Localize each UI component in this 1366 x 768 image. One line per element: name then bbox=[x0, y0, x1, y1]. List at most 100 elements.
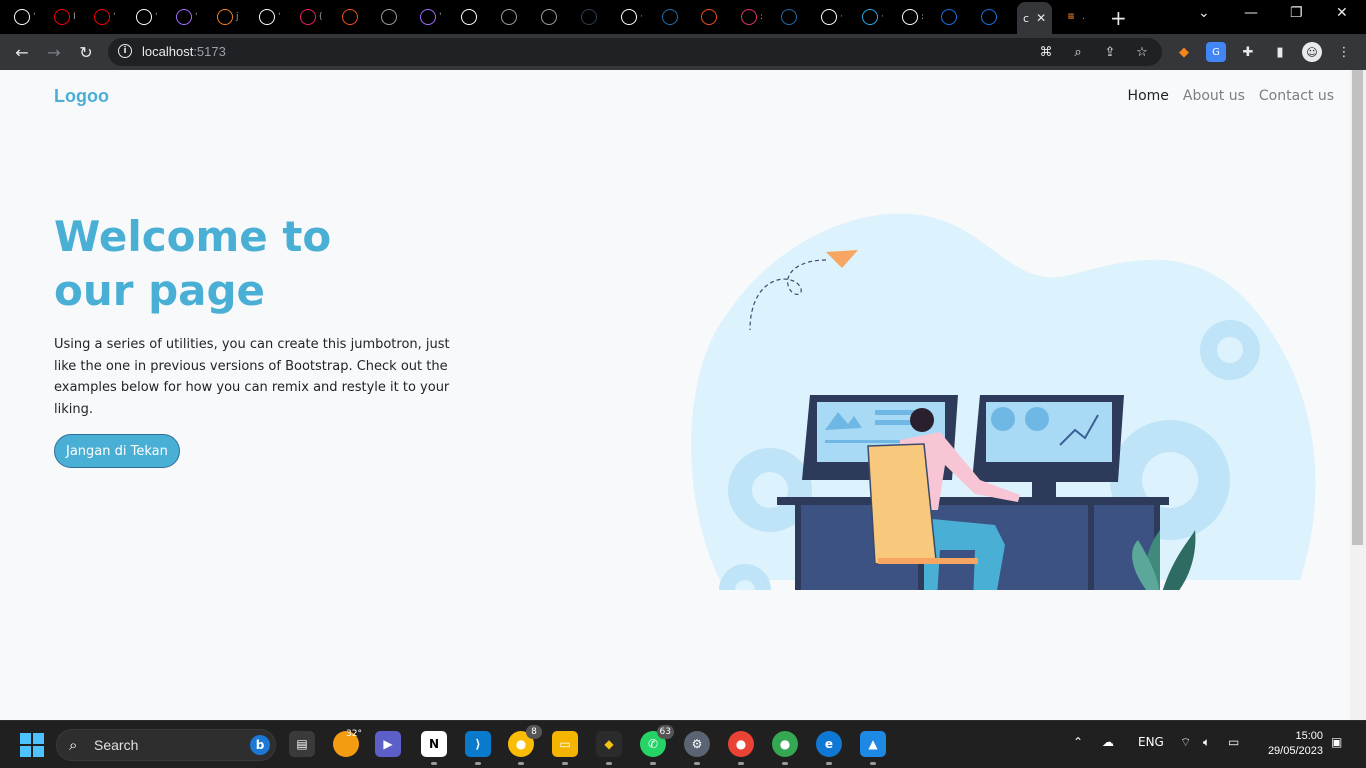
extensions-puzzle-icon[interactable]: ✚ bbox=[1238, 42, 1258, 62]
hero-title: Welcome to our page bbox=[54, 212, 332, 315]
task-view-icon[interactable]: ▤ bbox=[289, 731, 315, 757]
mask-icon bbox=[662, 9, 678, 25]
clock[interactable]: 15:00 29/05/2023 bbox=[1268, 729, 1323, 759]
youtube-icon bbox=[94, 9, 110, 25]
browser-tab[interactable]: · bbox=[821, 4, 843, 30]
browser-tab[interactable]: ( bbox=[300, 4, 323, 30]
onedrive-icon[interactable]: ☁ bbox=[1102, 735, 1114, 749]
photos-icon[interactable]: ▲ bbox=[860, 731, 886, 765]
profile-avatar[interactable]: ☺ bbox=[1302, 42, 1322, 62]
browser-tab[interactable]: ' bbox=[94, 4, 115, 30]
web-page: Logoo Home About us Contact us Welcome t… bbox=[0, 70, 1350, 720]
notion-icon[interactable]: N bbox=[421, 731, 447, 765]
browser-tab[interactable] bbox=[581, 4, 600, 30]
browser-tab[interactable] bbox=[461, 4, 480, 30]
cb-icon bbox=[461, 9, 477, 25]
metamask-icon[interactable]: ◆ bbox=[1174, 42, 1194, 62]
browser-tab[interactable] bbox=[501, 4, 520, 30]
language-indicator[interactable]: ENG bbox=[1138, 735, 1164, 749]
windows-start-icon[interactable] bbox=[20, 733, 44, 757]
browser-tab[interactable]: · bbox=[862, 4, 884, 30]
whatsapp-icon[interactable]: ✆ 63 bbox=[640, 725, 674, 765]
jangan-di-tekan-button[interactable]: Jangan di Tekan bbox=[54, 434, 180, 468]
browser-tab[interactable]: ' bbox=[420, 4, 441, 30]
browser-tab[interactable]: ' bbox=[136, 4, 157, 30]
browser-tab[interactable]: I bbox=[54, 4, 76, 30]
volume-icon[interactable]: 🔈︎ bbox=[1203, 735, 1210, 750]
globe-icon bbox=[501, 9, 517, 25]
logo[interactable]: Logoo bbox=[54, 86, 109, 107]
close-tab-icon[interactable]: ✕ bbox=[1036, 11, 1046, 25]
url-text[interactable]: localhost:5173 bbox=[142, 44, 226, 59]
browser-tab[interactable] bbox=[981, 4, 1000, 30]
google-icon bbox=[821, 9, 837, 25]
notification-icon bbox=[300, 9, 316, 25]
browser-tab[interactable]: j bbox=[217, 4, 239, 30]
nav-contact-link[interactable]: Contact us bbox=[1259, 88, 1334, 104]
wifi-icon[interactable]: ⌔ bbox=[1180, 735, 1191, 750]
dicoding-icon bbox=[581, 9, 597, 25]
browser-tab[interactable]: : bbox=[741, 4, 763, 30]
browser-tab[interactable] bbox=[701, 4, 720, 30]
github-icon bbox=[14, 9, 30, 25]
browser-tab[interactable] bbox=[941, 4, 960, 30]
notification-icon[interactable]: ▣ bbox=[1331, 735, 1342, 749]
search-icon: ⌕ bbox=[69, 736, 78, 754]
browser-tab[interactable]: · bbox=[621, 4, 643, 30]
restore-button[interactable]: ❐ bbox=[1290, 5, 1303, 21]
desk-top bbox=[777, 497, 1169, 505]
chevron-up-icon[interactable]: ⌃ bbox=[1073, 735, 1083, 749]
bookmark-star-icon[interactable]: ☆ bbox=[1134, 44, 1150, 60]
page-scrollbar[interactable] bbox=[1350, 70, 1366, 720]
stackoverflow-icon: ≡ bbox=[1063, 9, 1079, 25]
forward-button[interactable]: → bbox=[42, 40, 66, 64]
browser-tab[interactable]: ' bbox=[176, 4, 197, 30]
browser-tab[interactable] bbox=[662, 4, 681, 30]
chrome-profile-icon[interactable]: ● bbox=[728, 731, 754, 765]
site-info-icon[interactable]: i bbox=[118, 44, 132, 58]
side-panel-icon[interactable]: ▮ bbox=[1270, 42, 1290, 62]
link-icon bbox=[981, 9, 997, 25]
vite-icon bbox=[176, 9, 192, 25]
edge-icon[interactable]: e bbox=[816, 731, 842, 765]
nav-home-link[interactable]: Home bbox=[1128, 88, 1169, 104]
browser-tab[interactable]: ' bbox=[259, 4, 280, 30]
zoom-icon[interactable]: ⌕ bbox=[1070, 44, 1086, 60]
tab-last[interactable]: ≡ . bbox=[1063, 4, 1085, 30]
translate-icon[interactable]: ⌘ bbox=[1038, 44, 1054, 60]
telegram-icon bbox=[862, 9, 878, 25]
browser-tab[interactable]: ' bbox=[14, 4, 35, 30]
battery-icon[interactable]: ▭ bbox=[1228, 735, 1239, 749]
vite-icon bbox=[420, 9, 436, 25]
hero-description: Using a series of utilities, you can cre… bbox=[54, 337, 450, 418]
back-button[interactable]: ← bbox=[10, 40, 34, 64]
scrollbar-thumb[interactable] bbox=[1352, 70, 1363, 545]
tab-search-icon[interactable]: ⌄ bbox=[1198, 5, 1210, 21]
google-translate-icon[interactable]: G bbox=[1206, 42, 1226, 62]
nav-about-link[interactable]: About us bbox=[1183, 88, 1245, 104]
address-bar[interactable]: i localhost:5173 ⌘ ⌕ ⇪ ☆ bbox=[108, 38, 1162, 66]
settings-gear-icon[interactable]: ⚙ bbox=[684, 731, 710, 765]
browser-toolbar: ← → ↻ i localhost:5173 ⌘ ⌕ ⇪ ☆ ◆ G ✚ ▮ ☺… bbox=[0, 34, 1366, 70]
git-icon[interactable]: ◆ bbox=[596, 731, 622, 765]
minimize-button[interactable]: — bbox=[1244, 5, 1258, 21]
vscode-icon[interactable]: ⟩ bbox=[465, 731, 491, 765]
close-window-button[interactable]: ✕ bbox=[1336, 5, 1348, 21]
reload-button[interactable]: ↻ bbox=[74, 40, 98, 64]
taskbar-search-box[interactable]: ⌕ Search b bbox=[56, 729, 276, 761]
browser-tab[interactable] bbox=[342, 4, 361, 30]
globe-icon bbox=[541, 9, 557, 25]
browser-tab[interactable] bbox=[541, 4, 560, 30]
file-explorer-icon[interactable]: ▭ bbox=[552, 731, 578, 765]
share-icon[interactable]: ⇪ bbox=[1102, 44, 1118, 60]
browser-tab[interactable] bbox=[781, 4, 800, 30]
menu-kebab-icon[interactable]: ⋮ bbox=[1334, 42, 1354, 62]
new-tab-button[interactable]: + bbox=[1110, 6, 1127, 30]
bing-icon[interactable]: b bbox=[250, 735, 270, 755]
chrome-profile-2-icon[interactable]: ● bbox=[772, 731, 798, 765]
browser-tab[interactable]: : bbox=[902, 4, 924, 30]
browser-tab[interactable] bbox=[381, 4, 400, 30]
chrome-icon[interactable]: ● 8 bbox=[508, 725, 542, 765]
active-tab[interactable]: c ✕ bbox=[1017, 2, 1053, 34]
teams-chat-icon[interactable]: ▶ bbox=[375, 731, 401, 757]
